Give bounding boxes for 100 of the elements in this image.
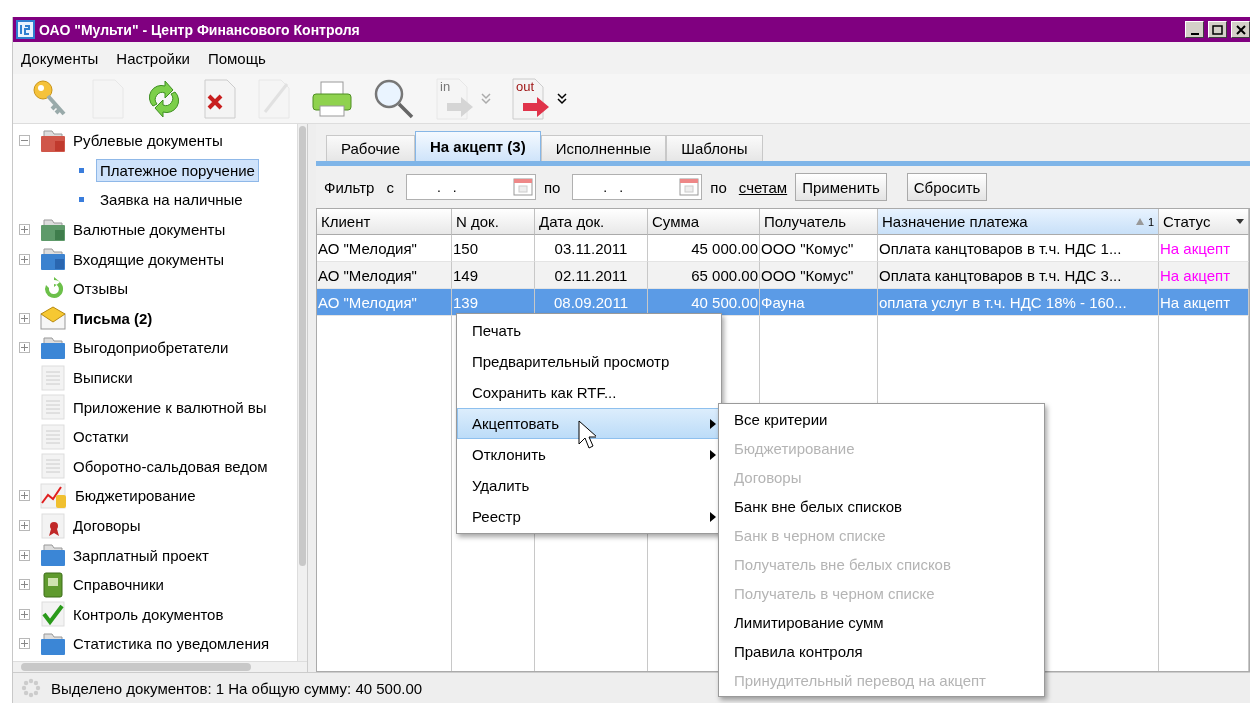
ruble-folder-icon <box>40 128 66 153</box>
spinner-icon <box>21 678 41 698</box>
menu-item[interactable]: Правила контроля <box>719 637 1044 666</box>
expand-toggle[interactable] <box>19 520 30 531</box>
menu-item[interactable]: Отклонить <box>457 439 721 470</box>
table-row[interactable]: АО "Мелодия" 149 02.11.2011 65 000.00 ООО "Комус" Оплата канцтоваров в т.ч. НДС 3... На акцепт <box>317 262 1249 289</box>
minimize-icon <box>1190 32 1199 35</box>
expand-toggle[interactable] <box>19 490 30 502</box>
expand-toggle[interactable] <box>19 253 30 265</box>
expand-toggle[interactable] <box>19 608 30 620</box>
table-cell: АО "Мелодия" <box>317 289 452 316</box>
date-field[interactable]: . . <box>572 174 703 200</box>
folder-icon <box>40 631 66 656</box>
menu-item[interactable]: Настройки <box>116 49 190 67</box>
expand-toggle[interactable] <box>19 224 30 236</box>
tree-item[interactable]: Заявка на наличные <box>96 188 247 212</box>
tab[interactable]: На акцепт (3) <box>415 131 541 161</box>
column-header[interactable]: Сумма <box>648 209 760 235</box>
delete-page-icon[interactable] <box>203 77 237 120</box>
tree-item[interactable]: Письма (2) <box>73 309 153 327</box>
menu-item[interactable]: Предварительный просмотр <box>457 346 721 377</box>
reset-button[interactable]: Сбросить <box>906 173 988 201</box>
maximize-button[interactable] <box>1208 21 1227 38</box>
inbox-folder-icon <box>40 247 66 272</box>
double-chevron-icon[interactable] <box>557 92 567 105</box>
tree-item[interactable]: Приложение к валютной вы <box>73 398 267 416</box>
maximize-icon <box>1212 24 1223 35</box>
menu-item[interactable]: Акцептовать <box>457 408 721 439</box>
expand-toggle[interactable] <box>19 342 30 354</box>
document-icon <box>40 453 66 480</box>
sort-ascending-icon <box>1135 218 1144 225</box>
menu-item[interactable]: Удалить <box>457 470 721 501</box>
tab[interactable]: Рабочие <box>326 135 415 161</box>
apply-button[interactable]: Применить <box>795 173 887 201</box>
tab[interactable]: Шаблоны <box>666 135 763 161</box>
tree-item[interactable]: Валютные документы <box>73 221 226 239</box>
tree-item[interactable]: Оборотно-сальдовая ведом <box>73 457 268 475</box>
tab[interactable]: Исполненные <box>540 135 667 161</box>
expand-toggle[interactable] <box>19 549 30 561</box>
to-label: по <box>543 178 561 196</box>
bullet-icon <box>79 167 84 173</box>
bullet-icon <box>79 197 84 203</box>
menu-item[interactable]: Банк вне белых списков <box>719 492 1044 521</box>
accounts-label: по <box>710 178 727 196</box>
dollar-folder-icon <box>40 217 66 242</box>
tree-item[interactable]: Выписки <box>73 369 133 387</box>
horizontal-scrollbar[interactable] <box>13 661 307 672</box>
tree-item[interactable]: Бюджетирование <box>75 487 196 505</box>
menu-item[interactable]: Реестр <box>457 501 721 532</box>
menu-item[interactable]: Документы <box>21 49 99 67</box>
column-header[interactable]: N док. <box>452 209 535 235</box>
table-row[interactable]: АО "Мелодия" 150 03.11.2011 45 000.00 ООО "Комус" Оплата канцтоваров в т.ч. НДС 1... На акцепт <box>317 235 1249 262</box>
menu-item[interactable]: Все критерии <box>719 405 1044 434</box>
table-cell: оплата услуг в т.ч. НДС 18% - 160... <box>878 289 1159 316</box>
tree-item[interactable]: Справочники <box>73 576 164 594</box>
date-field[interactable]: . . <box>405 174 536 200</box>
dropdown-caret-icon[interactable] <box>1236 219 1244 224</box>
expand-toggle[interactable] <box>19 579 30 591</box>
tree-item[interactable]: Рублевые документы <box>73 132 223 150</box>
column-header[interactable]: Дата док. <box>535 209 648 235</box>
tree-item[interactable]: Статистика по уведомления <box>73 635 270 653</box>
calendar-icon[interactable] <box>679 177 700 197</box>
menu-item[interactable]: Печать <box>457 315 721 346</box>
tree-item[interactable]: Платежное поручение <box>96 158 259 182</box>
document-icon <box>40 423 66 450</box>
envelope-icon <box>40 306 66 331</box>
column-header[interactable]: Клиент <box>317 209 452 235</box>
menu-item[interactable]: Лимитирование сумм <box>719 608 1044 637</box>
accounts-link[interactable]: счетам <box>738 178 788 196</box>
minimize-button[interactable] <box>1185 21 1204 38</box>
folder-icon <box>40 335 66 360</box>
status-text: Выделено документов: 1 На общую сумму: 40 500.00 <box>51 679 423 697</box>
mouse-pointer-icon <box>578 420 596 450</box>
column-header[interactable]: Статус <box>1159 209 1249 235</box>
collapse-toggle[interactable] <box>19 135 30 147</box>
certificate-icon <box>40 512 66 539</box>
menu-item[interactable]: Помощь <box>207 49 266 67</box>
tree-item[interactable]: Остатки <box>73 428 129 446</box>
tree-item[interactable]: Отзывы <box>73 280 128 298</box>
app-logo-icon <box>16 20 35 39</box>
search-icon[interactable] <box>373 77 415 120</box>
table-cell: На акцепт <box>1159 289 1249 316</box>
tree-item[interactable]: Входящие документы <box>73 250 225 268</box>
tree-item[interactable]: Зарплатный проект <box>73 546 209 564</box>
close-button[interactable] <box>1231 21 1250 38</box>
vertical-scrollbar[interactable] <box>297 124 307 661</box>
expand-toggle[interactable] <box>19 638 30 650</box>
checkmark-icon <box>40 601 66 628</box>
close-icon <box>1235 24 1246 35</box>
tree-item[interactable]: Выгодоприобретатели <box>73 339 229 357</box>
menu-item[interactable]: Сохранить как RTF... <box>457 377 721 408</box>
column-header[interactable]: Назначение платежа 1 <box>878 209 1159 235</box>
tree-item[interactable]: Контроль документов <box>73 605 224 623</box>
book-icon <box>40 571 66 598</box>
table-cell: Фауна <box>760 289 878 316</box>
tree-item[interactable]: Договоры <box>73 517 141 534</box>
from-label: с <box>386 178 394 196</box>
expand-toggle[interactable] <box>19 312 30 324</box>
calendar-icon[interactable] <box>512 177 533 197</box>
column-header[interactable]: Получатель <box>760 209 878 235</box>
